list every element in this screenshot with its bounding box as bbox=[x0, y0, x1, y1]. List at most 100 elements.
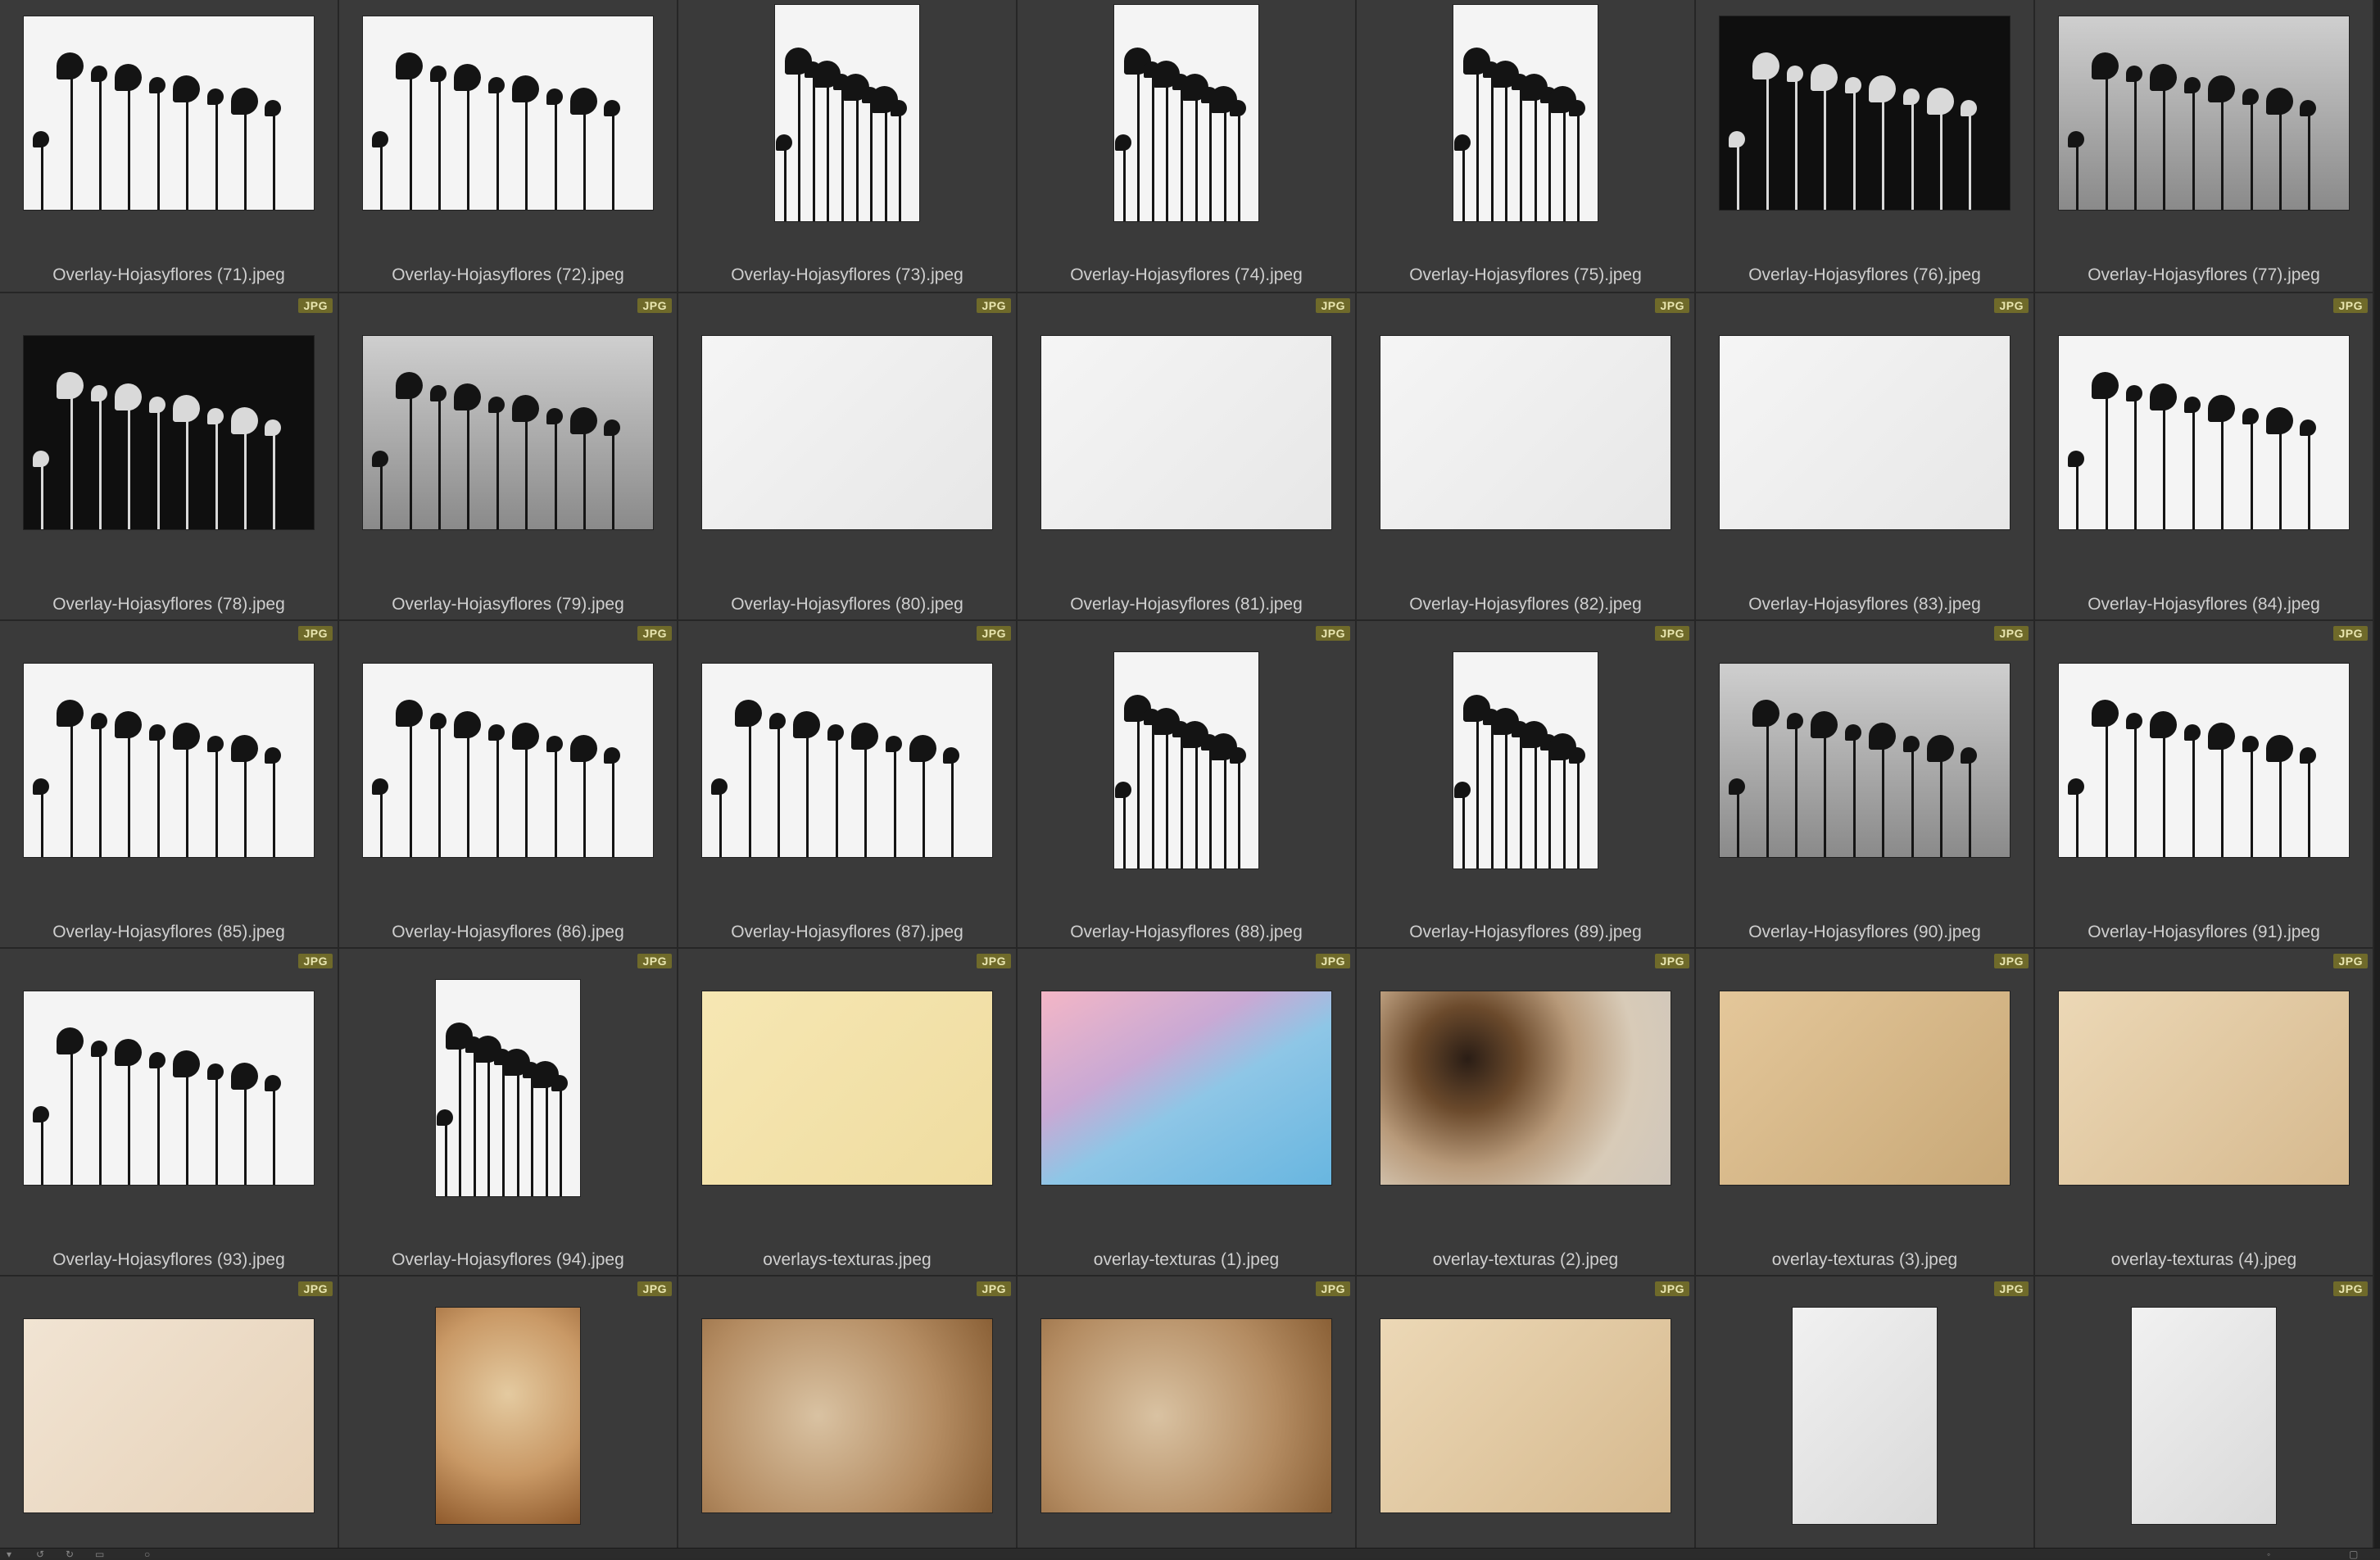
thumbnail-image[interactable] bbox=[1380, 991, 1671, 1185]
thumbnail-cell[interactable]: JPG bbox=[0, 1277, 339, 1549]
stem bbox=[467, 729, 470, 857]
thumbnail-image[interactable] bbox=[363, 16, 653, 210]
leaf bbox=[1114, 134, 1131, 152]
thumbnail-image[interactable] bbox=[1453, 652, 1598, 868]
file-name-label: Overlay-Hojasyflores (82).jpeg bbox=[1409, 595, 1642, 614]
thumbnail-cell[interactable]: JPG Overlay-Hojasyflores (80).jpeg bbox=[678, 293, 1018, 621]
thumbnail-image[interactable] bbox=[702, 1319, 992, 1512]
thumbnail-image[interactable] bbox=[1041, 991, 1331, 1185]
rotate-left-icon[interactable]: ↺ bbox=[36, 1549, 51, 1559]
rotate-right-icon[interactable]: ↻ bbox=[66, 1549, 80, 1559]
thumbnail-cell[interactable]: JPG Overlay-Hojasyflores (88).jpeg bbox=[1018, 621, 1357, 949]
thumbnail-image[interactable] bbox=[24, 336, 314, 529]
thumbnail-image[interactable] bbox=[2132, 1308, 2276, 1524]
thumbnail-cell[interactable]: JPG Overlay-Hojasyflores (89).jpeg bbox=[1357, 621, 1696, 949]
thumbnail-cell[interactable]: Overlay-Hojasyflores (74).jpeg bbox=[1018, 0, 1357, 293]
thumbnail-cell[interactable]: JPG bbox=[678, 1277, 1018, 1549]
thumbnail-cell[interactable]: JPG Overlay-Hojasyflores (93).jpeg bbox=[0, 949, 339, 1277]
thumbnail-cell[interactable]: JPG Overlay-Hojasyflores (84).jpeg bbox=[2035, 293, 2374, 621]
thumbnail-cell[interactable]: JPG Overlay-Hojasyflores (78).jpeg bbox=[0, 293, 339, 621]
zoom-icon[interactable]: ◦ bbox=[2267, 1549, 2282, 1559]
thumbnail-image[interactable] bbox=[363, 664, 653, 857]
thumbnail-cell[interactable]: JPG Overlay-Hojasyflores (91).jpeg bbox=[2035, 621, 2374, 949]
thumbnail-cell[interactable]: JPG Overlay-Hojasyflores (94).jpeg bbox=[339, 949, 678, 1277]
thumbnail-image[interactable] bbox=[2059, 991, 2349, 1185]
thumbnail-image[interactable] bbox=[1720, 336, 2010, 529]
stem bbox=[1223, 751, 1226, 868]
thumbnail-cell[interactable]: JPG Overlay-Hojasyflores (87).jpeg bbox=[678, 621, 1018, 949]
leaf bbox=[114, 1039, 142, 1067]
stem bbox=[1137, 712, 1140, 868]
thumbnail-cell[interactable]: JPG overlay-texturas (3).jpeg bbox=[1696, 949, 2035, 1277]
thumbnail-image[interactable] bbox=[24, 664, 314, 857]
thumbnail-cell[interactable]: JPG Overlay-Hojasyflores (82).jpeg bbox=[1357, 293, 1696, 621]
thumbnail-cell[interactable]: JPG Overlay-Hojasyflores (85).jpeg bbox=[0, 621, 339, 949]
refresh-icon[interactable]: ○ bbox=[144, 1549, 159, 1559]
stem bbox=[855, 91, 859, 221]
leaf bbox=[114, 711, 142, 739]
thumbnail-cell[interactable]: Overlay-Hojasyflores (76).jpeg bbox=[1696, 0, 2035, 293]
file-name-label: Overlay-Hojasyflores (87).jpeg bbox=[731, 923, 963, 941]
leaf bbox=[2300, 419, 2317, 437]
filter-icon[interactable]: ▾ bbox=[7, 1549, 21, 1559]
thumbnail-image[interactable] bbox=[1453, 5, 1598, 221]
leaf bbox=[1844, 77, 1861, 93]
stem bbox=[525, 413, 528, 529]
thumbnail-image[interactable] bbox=[24, 991, 314, 1185]
thumbnail-image[interactable] bbox=[702, 664, 992, 857]
thumbnail-cell[interactable]: JPG bbox=[1018, 1277, 1357, 1549]
thumbnail-image[interactable] bbox=[775, 5, 919, 221]
thumbnail-image[interactable] bbox=[24, 1319, 314, 1512]
thumbnail-cell[interactable]: JPG bbox=[1357, 1277, 1696, 1549]
thumbnail-cell[interactable]: Overlay-Hojasyflores (72).jpeg bbox=[339, 0, 678, 293]
thumbnail-cell[interactable]: JPG Overlay-Hojasyflores (79).jpeg bbox=[339, 293, 678, 621]
leaf bbox=[2068, 778, 2085, 796]
thumbnail-cell[interactable]: JPG overlays-texturas.jpeg bbox=[678, 949, 1018, 1277]
stem bbox=[893, 746, 896, 857]
stem bbox=[70, 1045, 73, 1185]
thumbnail-image[interactable] bbox=[1380, 336, 1671, 529]
stem bbox=[1911, 746, 1914, 857]
thumbnail-image[interactable] bbox=[1380, 1319, 1671, 1512]
thumbnail-image[interactable] bbox=[2059, 664, 2349, 857]
folder-icon[interactable]: ▭ bbox=[95, 1549, 110, 1559]
thumbnail-cell[interactable]: Overlay-Hojasyflores (71).jpeg bbox=[0, 0, 339, 293]
stem bbox=[1534, 91, 1537, 221]
thumbnail-cell[interactable]: JPG bbox=[339, 1277, 678, 1549]
thumbnail-cell[interactable]: JPG Overlay-Hojasyflores (90).jpeg bbox=[1696, 621, 2035, 949]
stem bbox=[612, 430, 615, 529]
thumbnail-cell[interactable]: Overlay-Hojasyflores (77).jpeg bbox=[2035, 0, 2374, 293]
thumbnail-image[interactable] bbox=[1720, 664, 2010, 857]
thumbnail-cell[interactable]: Overlay-Hojasyflores (73).jpeg bbox=[678, 0, 1018, 293]
thumbnail-image[interactable] bbox=[2059, 16, 2349, 210]
thumbnail-image[interactable] bbox=[1114, 652, 1258, 868]
file-name-label: Overlay-Hojasyflores (85).jpeg bbox=[52, 923, 285, 941]
thumbnail-cell[interactable]: JPG Overlay-Hojasyflores (83).jpeg bbox=[1696, 293, 2035, 621]
thumbnail-image[interactable] bbox=[1793, 1308, 1937, 1524]
thumbnail-image[interactable] bbox=[702, 991, 992, 1185]
thumbnail-image[interactable] bbox=[436, 980, 580, 1196]
thumbnail-cell[interactable]: JPG bbox=[1696, 1277, 2035, 1549]
leaf bbox=[172, 723, 200, 751]
thumbnail-image[interactable] bbox=[363, 336, 653, 529]
thumbnail-image[interactable] bbox=[436, 1308, 580, 1524]
thumbnail-image[interactable] bbox=[1720, 16, 2010, 210]
view-mode-icon[interactable]: ▢ bbox=[2349, 1549, 2364, 1559]
thumbnail-image[interactable] bbox=[1041, 1319, 1331, 1512]
thumbnail-cell[interactable]: JPG Overlay-Hojasyflores (81).jpeg bbox=[1018, 293, 1357, 621]
thumbnail-frame bbox=[1357, 965, 1694, 1211]
thumbnail-image[interactable] bbox=[1041, 336, 1331, 529]
thumbnail-image[interactable] bbox=[702, 336, 992, 529]
thumbnail-cell[interactable]: JPG overlay-texturas (1).jpeg bbox=[1018, 949, 1357, 1277]
thumbnail-image[interactable] bbox=[2059, 336, 2349, 529]
thumbnail-cell[interactable]: JPG bbox=[2035, 1277, 2374, 1549]
plant-silhouette bbox=[1720, 664, 2010, 857]
thumbnail-image[interactable] bbox=[24, 16, 314, 210]
leaf bbox=[569, 734, 597, 762]
thumbnail-cell[interactable]: Overlay-Hojasyflores (75).jpeg bbox=[1357, 0, 1696, 293]
thumbnail-cell[interactable]: JPG Overlay-Hojasyflores (86).jpeg bbox=[339, 621, 678, 949]
thumbnail-image[interactable] bbox=[1720, 991, 2010, 1185]
thumbnail-image[interactable] bbox=[1114, 5, 1258, 221]
thumbnail-cell[interactable]: JPG overlay-texturas (4).jpeg bbox=[2035, 949, 2374, 1277]
thumbnail-cell[interactable]: JPG overlay-texturas (2).jpeg bbox=[1357, 949, 1696, 1277]
